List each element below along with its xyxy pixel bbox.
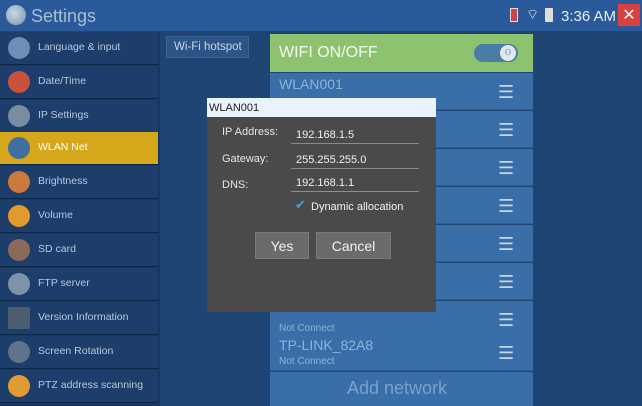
dynamic-allocation-label: Dynamic allocation — [311, 201, 404, 213]
sidebar-item-label: IP Settings — [38, 109, 89, 121]
network-status: Not Connect — [279, 323, 335, 334]
add-network-button[interactable]: Add network — [270, 372, 533, 406]
sidebar-item-label: Date/Time — [38, 75, 87, 87]
globe-icon — [8, 105, 30, 127]
ip-address-field[interactable] — [291, 126, 419, 144]
settings-app-icon — [6, 5, 26, 25]
rotation-icon — [8, 341, 30, 363]
gateway-label: Gateway: — [222, 153, 269, 165]
cancel-button[interactable]: Cancel — [316, 232, 391, 259]
status-time: 3:36 AM — [561, 8, 617, 25]
dns-field[interactable] — [291, 174, 419, 192]
sidebar-item-label: Volume — [38, 209, 74, 221]
charging-icon — [545, 8, 553, 22]
dialog-title: WLAN001 — [209, 102, 260, 114]
wifi-signal-icon: ☰ — [498, 120, 515, 141]
wifi-signal-icon: ☰ — [498, 234, 515, 255]
dns-label: DNS: — [222, 179, 249, 191]
volume-icon — [8, 205, 30, 227]
dialog-title-bar: WLAN001 — [207, 98, 436, 117]
toggle-knob: ⚇ — [500, 45, 516, 61]
app-title: Settings — [31, 6, 97, 26]
sidebar-item-label: FTP server — [38, 277, 90, 289]
network-item[interactable]: TP-LINK_82A8 Not Connect ☰ — [270, 334, 533, 371]
sidebar-item-brightness[interactable]: Brightness — [0, 166, 158, 199]
wifi-onoff-label: WIFI ON/OFF — [279, 44, 378, 61]
sidebar-item-ftp-server[interactable]: FTP server — [0, 268, 158, 301]
brightness-icon — [8, 171, 30, 193]
wrench-icon — [8, 137, 30, 159]
calendar-icon — [8, 71, 30, 93]
sidebar-item-datetime[interactable]: Date/Time — [0, 66, 158, 99]
sd-card-icon — [8, 239, 30, 261]
wifi-onoff-row[interactable]: WIFI ON/OFF ⚇ — [270, 34, 533, 72]
wifi-signal-icon: ☰ — [498, 82, 515, 103]
sidebar-item-language[interactable]: Language & input — [0, 32, 158, 65]
sidebar-item-version-info[interactable]: Version Information — [0, 302, 158, 335]
wifi-hotspot-tab[interactable]: Wi-Fi hotspot — [166, 36, 249, 58]
gateway-field[interactable] — [291, 151, 419, 169]
add-network-label: Add network — [347, 378, 448, 398]
sidebar: Language & input Date/Time IP Settings W… — [0, 32, 160, 406]
monitor-icon — [8, 307, 30, 329]
network-name: WLAN001 — [279, 76, 343, 92]
status-bar: Settings ⌔ 3:36 AM ✕ — [0, 0, 642, 32]
wifi-signal-icon: ☰ — [498, 272, 515, 293]
sidebar-item-label: WLAN Net — [38, 141, 88, 153]
wifi-signal-icon: ☰ — [498, 310, 515, 331]
sidebar-item-label: Version Information — [38, 311, 129, 323]
wifi-signal-icon: ☰ — [498, 343, 515, 364]
wifi-toggle[interactable]: ⚇ — [474, 44, 518, 62]
sidebar-item-ptz-scan[interactable]: PTZ address scanning — [0, 370, 158, 403]
wifi-signal-icon: ☰ — [498, 196, 515, 217]
sidebar-item-label: SD card — [38, 243, 76, 255]
wifi-hotspot-label: Wi-Fi hotspot — [174, 41, 242, 53]
dynamic-allocation-checkbox[interactable]: ✔ — [295, 199, 309, 213]
language-icon — [8, 37, 30, 59]
close-button[interactable]: ✕ — [618, 4, 640, 26]
sidebar-item-label: PTZ address scanning — [38, 379, 144, 391]
sidebar-item-label: Language & input — [38, 41, 121, 53]
yes-button[interactable]: Yes — [255, 232, 309, 259]
ftp-icon — [8, 273, 30, 295]
sidebar-item-volume[interactable]: Volume — [0, 200, 158, 233]
wlan-config-dialog: WLAN001 IP Address: Gateway: DNS: ✔ Dyna… — [207, 98, 436, 312]
wifi-status-icon: ⌔ — [526, 7, 540, 23]
sidebar-item-screen-rotation[interactable]: Screen Rotation — [0, 336, 158, 369]
network-name: TP-LINK_82A8 — [279, 337, 374, 353]
wifi-signal-icon: ☰ — [498, 158, 515, 179]
ip-address-label: IP Address: — [222, 126, 279, 138]
ptz-icon — [8, 375, 30, 397]
sidebar-item-label: Screen Rotation — [38, 345, 114, 357]
sidebar-item-wlan-net[interactable]: WLAN Net — [0, 132, 158, 165]
network-status: Not Connect — [279, 356, 335, 367]
sidebar-item-ip-settings[interactable]: IP Settings — [0, 100, 158, 133]
battery-low-icon — [510, 8, 518, 22]
sidebar-item-sd-card[interactable]: SD card — [0, 234, 158, 267]
sidebar-item-label: Brightness — [38, 175, 88, 187]
